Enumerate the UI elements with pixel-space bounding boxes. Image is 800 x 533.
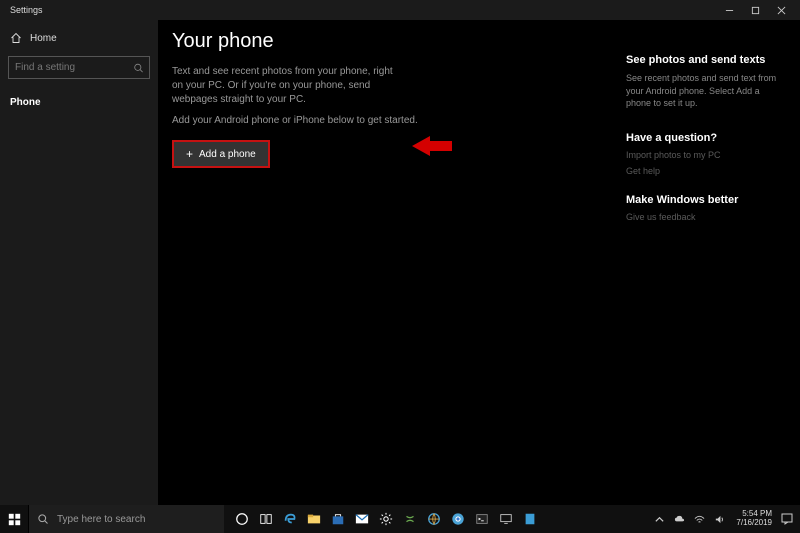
annotation-arrow-icon: [412, 134, 452, 158]
sidebar-home-label: Home: [30, 33, 57, 44]
store-icon[interactable]: [326, 505, 350, 533]
file-explorer-icon[interactable]: [302, 505, 326, 533]
sidebar-home[interactable]: Home: [0, 26, 158, 50]
close-button[interactable]: [768, 0, 794, 20]
task-view-icon[interactable]: [254, 505, 278, 533]
taskbar-search[interactable]: Type here to search: [28, 505, 224, 533]
taskbar: Type here to search 5:54 PM 7/16/2019: [0, 505, 800, 533]
right-feedback-heading: Make Windows better: [626, 194, 786, 206]
sidebar: Home Phone: [0, 20, 158, 505]
app-icon[interactable]: [518, 505, 542, 533]
home-icon: [10, 32, 22, 44]
tray-wifi-icon[interactable]: [692, 512, 706, 526]
xbox-icon[interactable]: [398, 505, 422, 533]
search-icon: [133, 62, 144, 73]
action-center-icon[interactable]: [778, 505, 796, 533]
tray-cloud-icon[interactable]: [672, 512, 686, 526]
link-import-photos[interactable]: Import photos to my PC: [626, 150, 786, 160]
page-description-2: Add your Android phone or iPhone below t…: [172, 115, 626, 126]
right-photos-text: See recent photos and send text from you…: [626, 72, 786, 110]
mail-icon[interactable]: [350, 505, 374, 533]
right-question-heading: Have a question?: [626, 132, 786, 144]
browser-icon[interactable]: [422, 505, 446, 533]
add-phone-button[interactable]: + Add a phone: [172, 140, 270, 168]
start-button[interactable]: [0, 505, 28, 533]
maximize-button[interactable]: [742, 0, 768, 20]
page-title: Your phone: [172, 30, 626, 53]
edge-icon[interactable]: [278, 505, 302, 533]
monitor-icon[interactable]: [494, 505, 518, 533]
right-panel: See photos and send texts See recent pho…: [626, 30, 786, 495]
window-titlebar: Settings: [0, 0, 800, 20]
cortana-icon[interactable]: [230, 505, 254, 533]
link-feedback[interactable]: Give us feedback: [626, 212, 786, 222]
add-phone-label: Add a phone: [199, 149, 256, 160]
tray-volume-icon[interactable]: [712, 512, 726, 526]
taskbar-search-label: Type here to search: [57, 514, 145, 525]
terminal-icon[interactable]: [470, 505, 494, 533]
search-icon: [37, 513, 49, 525]
window-title: Settings: [10, 5, 43, 15]
taskbar-clock[interactable]: 5:54 PM 7/16/2019: [736, 510, 772, 528]
content-area: Your phone Text and see recent photos fr…: [158, 20, 800, 505]
settings-icon[interactable]: [374, 505, 398, 533]
right-photos-heading: See photos and send texts: [626, 54, 786, 66]
clock-date: 7/16/2019: [736, 519, 772, 528]
tray-chevron-icon[interactable]: [652, 512, 666, 526]
search-input[interactable]: [8, 56, 150, 79]
minimize-button[interactable]: [716, 0, 742, 20]
chrome-icon[interactable]: [446, 505, 470, 533]
link-get-help[interactable]: Get help: [626, 166, 786, 176]
sidebar-item-phone[interactable]: Phone: [0, 89, 158, 116]
page-description-1: Text and see recent photos from your pho…: [172, 65, 402, 107]
plus-icon: +: [186, 148, 193, 160]
